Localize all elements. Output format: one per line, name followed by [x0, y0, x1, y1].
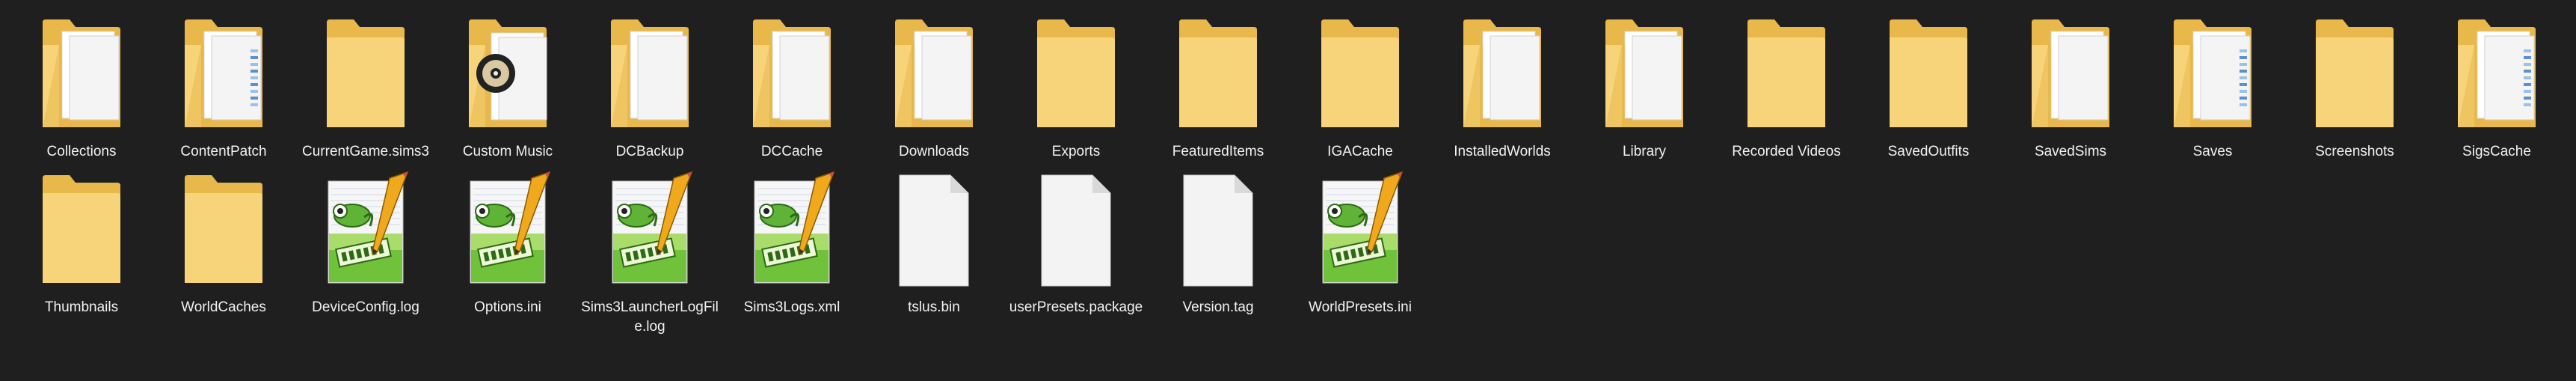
notepad-plus-plus-file-icon: [470, 171, 551, 284]
item-label: Saves: [2192, 144, 2233, 159]
explorer-item[interactable]: userPresets.package: [1005, 171, 1147, 315]
item-label: userPresets.package: [1009, 299, 1143, 315]
item-label: Library: [1622, 144, 1667, 159]
explorer-item[interactable]: SigsCache: [2426, 15, 2568, 159]
folder-icon: [1605, 19, 1683, 127]
explorer-item[interactable]: Exports: [1005, 15, 1147, 159]
explorer-item[interactable]: IGACache: [1289, 15, 1431, 159]
notepad-plus-plus-file-icon: [1322, 171, 1404, 284]
item-label: DeviceConfig.log: [312, 299, 419, 315]
explorer-item[interactable]: Thumbnails: [10, 171, 153, 315]
folder-icon: [327, 19, 405, 127]
folder-icon: [1463, 19, 1541, 127]
folder-icon: [2458, 19, 2536, 127]
item-label: SavedOutfits: [1887, 144, 1970, 159]
explorer-item[interactable]: Options.ini: [437, 171, 579, 315]
item-label: WorldCaches: [181, 299, 266, 315]
item-label: IGACache: [1327, 144, 1393, 159]
explorer-item[interactable]: FeaturedItems: [1147, 15, 1289, 159]
item-label: Thumbnails: [44, 299, 119, 315]
item-label: Screenshots: [2315, 144, 2394, 159]
blank-file-icon: [899, 174, 969, 287]
item-label: Version.tag: [1182, 299, 1254, 315]
notepad-plus-plus-file-icon: [754, 171, 835, 284]
item-label: FeaturedItems: [1172, 144, 1264, 159]
item-label: Options.ini: [474, 299, 541, 315]
folder-icon: [2316, 19, 2394, 127]
folder-icon: [43, 175, 120, 283]
blank-file-icon: [1041, 174, 1111, 287]
item-label: InstalledWorlds: [1454, 144, 1551, 159]
item-label: DCBackup: [615, 144, 684, 159]
folder-icon: [43, 19, 120, 127]
explorer-item[interactable]: Sims3Logs.xml: [721, 171, 863, 315]
explorer-item[interactable]: DCCache: [721, 15, 863, 159]
explorer-item[interactable]: DCBackup: [579, 15, 721, 159]
item-label: Recorded Videos: [1732, 144, 1841, 159]
explorer-item[interactable]: Library: [1573, 15, 1715, 159]
item-label: tslus.bin: [908, 299, 960, 315]
explorer-item[interactable]: Saves: [2142, 15, 2284, 159]
item-label: ContentPatch: [180, 144, 267, 159]
folder-icon: [1037, 19, 1115, 127]
item-label: WorldPresets.ini: [1309, 299, 1412, 315]
explorer-item[interactable]: CurrentGame.sims3: [295, 15, 437, 159]
item-label: Custom Music: [462, 144, 553, 159]
explorer-item[interactable]: SavedSims: [1999, 15, 2142, 159]
explorer-item[interactable]: tslus.bin: [863, 171, 1005, 315]
explorer-item[interactable]: DeviceConfig.log: [295, 171, 437, 315]
explorer-item[interactable]: WorldPresets.ini: [1289, 171, 1431, 315]
explorer-item[interactable]: ContentPatch: [153, 15, 295, 159]
item-label: SavedSims: [2034, 144, 2107, 159]
folder-icon: [1179, 19, 1257, 127]
explorer-item[interactable]: SavedOutfits: [1857, 15, 1999, 159]
item-label: Downloads: [899, 144, 969, 159]
item-label: DCCache: [760, 144, 823, 159]
notepad-plus-plus-file-icon: [328, 171, 409, 284]
folder-icon: [895, 19, 973, 127]
folder-icon: [753, 19, 831, 127]
explorer-item[interactable]: Custom Music: [437, 15, 579, 159]
item-label: Sims3Logs.xml: [743, 299, 840, 315]
item-label: Exports: [1051, 144, 1101, 159]
explorer-item[interactable]: InstalledWorlds: [1431, 15, 1573, 159]
folder-icon: [2032, 19, 2109, 127]
explorer-item[interactable]: Version.tag: [1147, 171, 1289, 315]
explorer-item[interactable]: Sims3LauncherLogFile.log: [579, 171, 721, 335]
folder-icon: [1321, 19, 1399, 127]
item-label: CurrentGame.sims3: [302, 144, 429, 159]
folder-icon: [185, 175, 262, 283]
folder-icon: [185, 19, 262, 127]
folder-icon: [611, 19, 689, 127]
explorer-item[interactable]: Downloads: [863, 15, 1005, 159]
explorer-item[interactable]: WorldCaches: [153, 171, 295, 315]
file-explorer-grid: Collections ContentPatch CurrentGame.sims3…: [0, 0, 2576, 381]
explorer-item[interactable]: Screenshots: [2284, 15, 2426, 159]
notepad-plus-plus-file-icon: [612, 171, 693, 284]
folder-icon: [1747, 19, 1825, 127]
explorer-item[interactable]: Recorded Videos: [1715, 15, 1857, 159]
folder-icon: [2174, 19, 2251, 127]
item-label: Sims3LauncherLogFile.log: [581, 299, 719, 335]
explorer-item[interactable]: Collections: [10, 15, 153, 159]
item-label: SigsCache: [2462, 144, 2531, 159]
item-label: Collections: [46, 144, 117, 159]
folder-icon: [1890, 19, 1967, 127]
folder-icon: [469, 19, 547, 127]
blank-file-icon: [1183, 174, 1253, 287]
